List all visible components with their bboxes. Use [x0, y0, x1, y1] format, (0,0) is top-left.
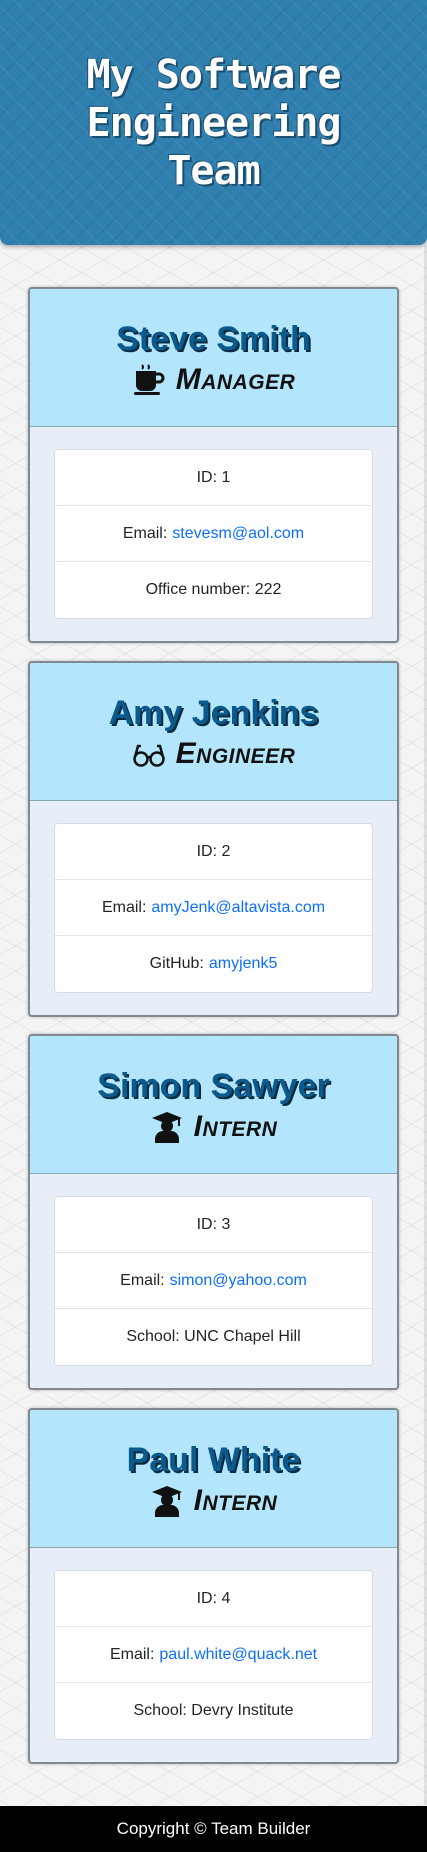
email-link[interactable]: simon@yahoo.com [170, 1272, 307, 1290]
graduate-icon [151, 1111, 182, 1143]
card-header: Paul White Intern [30, 1410, 397, 1548]
info-email: Email: stevesm@aol.com [55, 506, 372, 562]
id-label: ID: [196, 468, 218, 486]
info-list: ID: 3 Email: simon@yahoo.com School: UNC … [54, 1196, 373, 1366]
role-row: Intern [150, 1110, 278, 1144]
email-label: Email: [109, 1645, 155, 1663]
id-label: ID: [196, 1589, 218, 1607]
graduate-icon [151, 1485, 182, 1517]
info-office: Office number: 222 [55, 562, 372, 618]
id-label: ID: [196, 842, 218, 860]
github-link[interactable]: amyjenk5 [209, 955, 277, 973]
info-id: ID: 1 [55, 450, 372, 506]
id-value: 3 [221, 1215, 231, 1233]
school-label: School: [133, 1702, 187, 1719]
page-title: My Software Engineering Team [86, 51, 342, 194]
school-label: School: [126, 1328, 180, 1345]
email-link[interactable]: stevesm@aol.com [172, 525, 304, 543]
school-value: Devry Institute [191, 1702, 294, 1719]
coffee-icon [133, 363, 165, 395]
github-label: GitHub: [149, 955, 204, 972]
employee-role: Engineer [175, 736, 296, 770]
role-row: Intern [150, 1484, 278, 1518]
email-link[interactable]: paul.white@quack.net [159, 1646, 317, 1664]
id-value: 4 [221, 1589, 231, 1607]
employee-name: Simon Sawyer [97, 1066, 330, 1105]
info-list: ID: 2 Email: amyJenk@altavista.com GitHub… [54, 823, 373, 993]
info-id: ID: 3 [55, 1197, 372, 1253]
employee-name: Amy Jenkins [108, 693, 319, 732]
email-label: Email: [120, 1271, 165, 1289]
card-header: Simon Sawyer Intern [30, 1036, 397, 1174]
employee-card: Amy Jenkins Engineer ID: 2 Email: amyJenk… [28, 661, 399, 1017]
employee-card: Paul White Intern ID: 4 Email: paul.white… [28, 1408, 399, 1764]
employee-name: Paul White [126, 1440, 301, 1479]
email-label: Email: [122, 524, 168, 542]
email-label: Email: [101, 898, 147, 916]
employee-role: Intern [193, 1109, 278, 1143]
office-value: 222 [254, 581, 282, 598]
school-value: UNC Chapel Hill [184, 1328, 301, 1345]
employee-role: Manager [175, 362, 296, 396]
employee-card: Simon Sawyer Intern ID: 3 Email: simon@ya… [28, 1034, 399, 1390]
page-header: My Software Engineering Team [0, 0, 427, 245]
info-email: Email: paul.white@quack.net [55, 1627, 372, 1683]
copyright-text: Copyright © Team Builder [116, 1819, 311, 1838]
info-list: ID: 4 Email: paul.white@quack.net School:… [54, 1570, 373, 1740]
glasses-icon [132, 744, 165, 767]
page-footer: Copyright © Team Builder [0, 1806, 427, 1852]
info-email: Email: simon@yahoo.com [55, 1253, 372, 1309]
employee-name: Steve Smith [116, 319, 311, 358]
email-link[interactable]: amyJenk@altavista.com [151, 899, 325, 917]
id-value: 1 [221, 468, 231, 486]
info-school: School: Devry Institute [55, 1683, 372, 1739]
card-header: Amy Jenkins Engineer [30, 663, 397, 801]
office-label: Office number: [145, 581, 251, 598]
card-header: Steve Smith Manager [30, 289, 397, 427]
employee-card: Steve Smith Manager ID: 1 Email: stevesm@… [28, 287, 399, 643]
info-list: ID: 1 Email: stevesm@aol.com Office numbe… [54, 449, 373, 619]
info-school: School: UNC Chapel Hill [55, 1309, 372, 1365]
info-github: GitHub: amyjenk5 [55, 936, 372, 992]
id-value: 2 [221, 842, 231, 860]
role-row: Manager [132, 363, 296, 397]
role-row: Engineer [132, 737, 296, 771]
info-id: ID: 2 [55, 824, 372, 880]
info-email: Email: amyJenk@altavista.com [55, 880, 372, 936]
id-label: ID: [196, 1215, 218, 1233]
info-id: ID: 4 [55, 1571, 372, 1627]
employee-role: Intern [193, 1483, 278, 1517]
